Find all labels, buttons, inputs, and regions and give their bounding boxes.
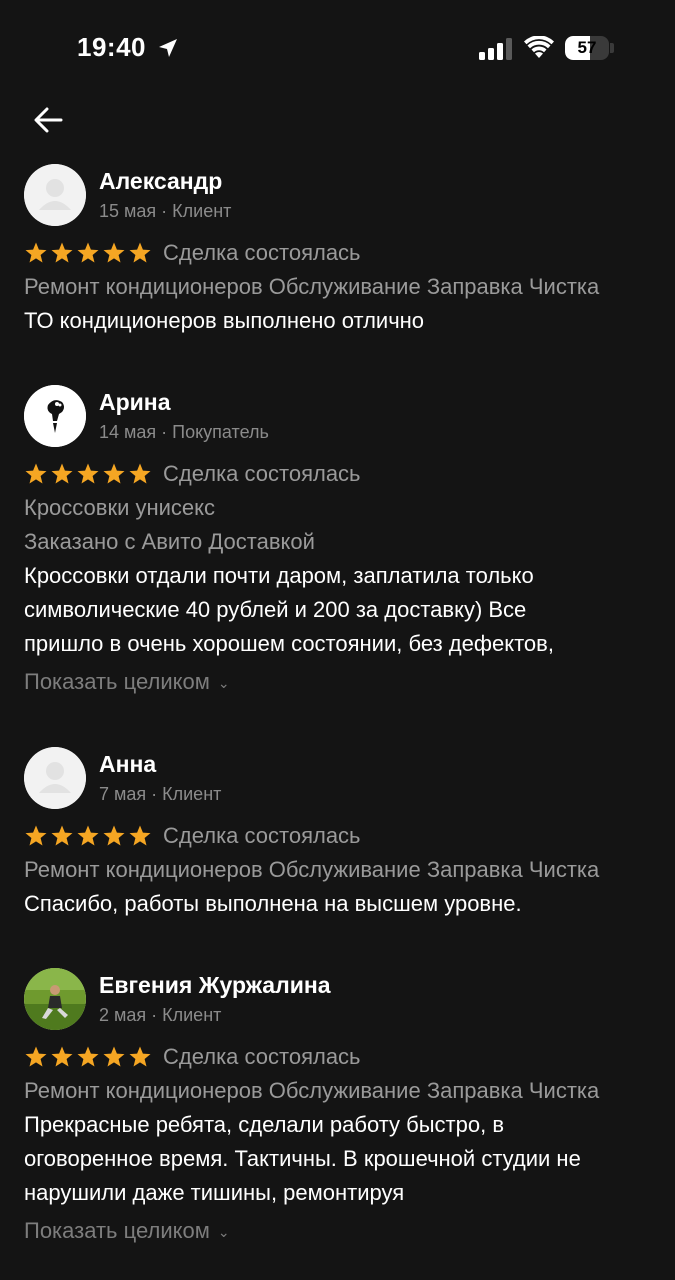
star-icon — [103, 463, 125, 484]
rating-row: Сделка состоялась — [24, 1044, 654, 1072]
review-text-line: пришло в очень хорошем состоянии, без де… — [24, 631, 554, 656]
reviewer-name[interactable]: Анна — [99, 751, 156, 778]
avatar[interactable] — [24, 968, 86, 1030]
star-icon — [103, 825, 125, 846]
rating-row: Сделка состоялась — [24, 240, 654, 268]
star-rating — [24, 1045, 152, 1069]
star-icon — [51, 463, 73, 484]
star-icon — [77, 463, 99, 484]
review-item-title: Заказано с Авито Доставкой — [24, 529, 315, 554]
review-text-line: Прекрасные ребята, сделали работу быстро… — [24, 1112, 505, 1137]
review-meta: 2 мая · Клиент — [99, 1005, 222, 1025]
review-item-title: Ремонт кондиционеров Обслуживание Заправ… — [24, 274, 600, 299]
star-icon — [25, 242, 47, 263]
review-item-title: Кроссовки унисекс — [24, 495, 216, 520]
show-full-button[interactable]: Показать целиком ⌄ — [24, 669, 230, 695]
review-text-line: нарушили даже тишины, ремонтируя — [24, 1180, 405, 1205]
battery-tip — [610, 43, 614, 53]
review-item-title: Ремонт кондиционеров Обслуживание Заправ… — [24, 857, 600, 882]
star-rating — [24, 241, 152, 265]
review-text-line: ТО кондиционеров выполнено отлично — [24, 308, 425, 333]
star-icon — [77, 1046, 99, 1067]
avatar[interactable] — [24, 385, 86, 447]
avatar[interactable] — [24, 747, 86, 809]
rating-row: Сделка состоялась — [24, 461, 654, 489]
star-icon — [51, 825, 73, 846]
star-icon — [103, 1046, 125, 1067]
show-full-label: Показать целиком — [24, 1218, 210, 1243]
star-icon — [129, 242, 151, 263]
star-icon — [129, 463, 151, 484]
review-text-line: Кроссовки отдали почти даром, заплатила … — [24, 563, 534, 588]
star-icon — [77, 242, 99, 263]
battery-indicator: 57 — [565, 36, 609, 60]
star-icon — [51, 1046, 73, 1067]
rating-row: Сделка состоялась — [24, 823, 654, 851]
reviewer-name[interactable]: Арина — [99, 389, 170, 416]
show-full-label: Показать целиком — [24, 669, 210, 694]
battery-level: 57 — [577, 38, 597, 57]
star-rating — [24, 462, 152, 486]
star-icon — [129, 1046, 151, 1067]
review-meta: 14 мая · Покупатель — [99, 422, 269, 442]
chevron-down-icon: ⌄ — [217, 674, 230, 691]
review-item-title: Ремонт кондиционеров Обслуживание Заправ… — [24, 1078, 600, 1103]
chevron-down-icon: ⌄ — [217, 1223, 230, 1240]
deal-status: Сделка состоялась — [163, 461, 361, 486]
reviewer-name[interactable]: Александр — [99, 168, 222, 195]
status-bar: 19:40 57 — [0, 0, 675, 96]
star-icon — [51, 242, 73, 263]
deal-status: Сделка состоялась — [163, 240, 361, 265]
review-meta: 15 мая · Клиент — [99, 201, 232, 221]
reviewer-name[interactable]: Евгения Журжалина — [99, 972, 331, 999]
arrow-left-icon — [34, 107, 63, 133]
star-icon — [129, 825, 151, 846]
review-meta: 7 мая · Клиент — [99, 784, 222, 804]
star-rating — [24, 824, 152, 848]
star-icon — [25, 463, 47, 484]
review-text-line: оговоренное время. Тактичны. В крошечной… — [24, 1146, 581, 1171]
star-icon — [103, 242, 125, 263]
star-icon — [77, 825, 99, 846]
star-icon — [25, 825, 47, 846]
wifi-icon — [524, 36, 554, 58]
show-full-button[interactable]: Показать целиком ⌄ — [24, 1218, 230, 1244]
review-text-line: символические 40 рублей и 200 за доставк… — [24, 597, 527, 622]
status-time: 19:40 — [77, 32, 146, 62]
location-arrow-icon — [159, 39, 177, 57]
avatar[interactable] — [24, 164, 86, 226]
review-text-line: Спасибо, работы выполнена на высшем уров… — [24, 891, 522, 916]
back-button[interactable] — [28, 100, 68, 140]
deal-status: Сделка состоялась — [163, 1044, 361, 1069]
deal-status: Сделка состоялась — [163, 823, 361, 848]
cellular-signal-icon — [479, 38, 512, 60]
star-icon — [25, 1046, 47, 1067]
